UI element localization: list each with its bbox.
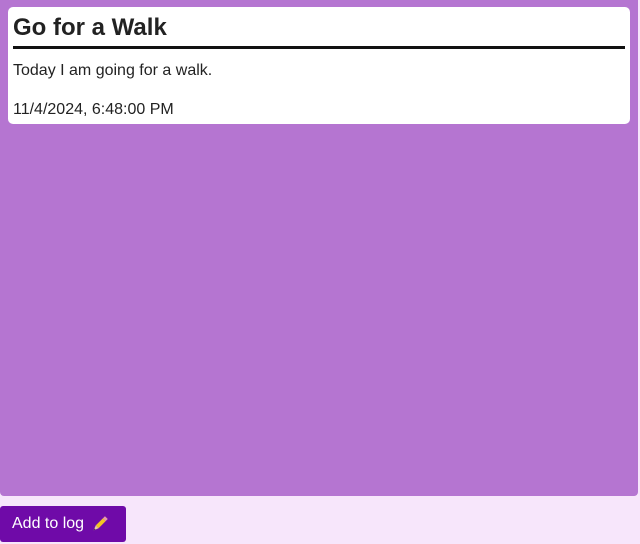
log-panel: Go for a Walk Today I am going for a wal… [0,0,638,496]
entry-body: Today I am going for a walk. [13,62,213,79]
add-to-log-label: Add to log [12,515,85,532]
entry-timestamp: 11/4/2024, 6:48:00 PM [13,101,174,118]
add-to-log-button[interactable]: Add to log [0,506,126,542]
pencil-icon [91,515,109,533]
entry-title: Go for a Walk [13,7,625,49]
log-entry-card: Go for a Walk Today I am going for a wal… [8,7,630,124]
